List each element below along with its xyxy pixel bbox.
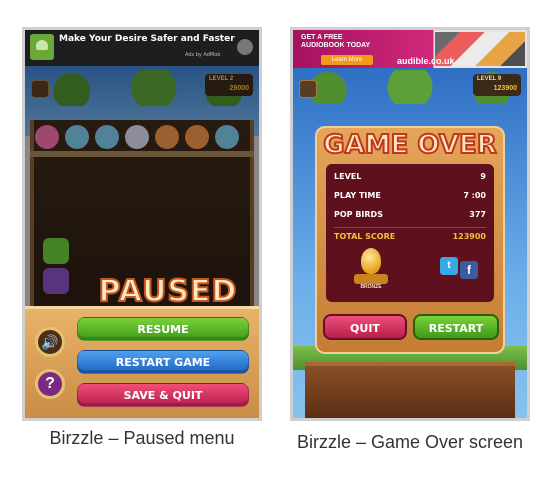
game-screen-paused: Make Your Desire Safer and Faster Ads by… — [25, 30, 259, 418]
android-logo-icon — [30, 34, 54, 60]
save-quit-button[interactable]: SAVE & QUIT — [77, 383, 249, 407]
ad-offer-text: GET A FREE AUDIOBOOK TODAY — [301, 34, 370, 50]
paused-title: PAUSED — [98, 273, 238, 310]
screenshot-game-over: GET A FREE AUDIOBOOK TODAY Learn More au… — [290, 27, 530, 421]
ad-line-2: AUDIOBOOK TODAY — [301, 42, 371, 49]
facebook-icon: f — [467, 263, 471, 277]
sound-toggle-button[interactable]: 🔊 — [35, 327, 65, 357]
twitter-icon: t — [447, 260, 451, 271]
resume-button[interactable]: RESUME — [77, 317, 249, 341]
bronze-trophy: BRONZE — [348, 246, 394, 292]
audible-ad-banner[interactable]: GET A FREE AUDIOBOOK TODAY Learn More au… — [293, 30, 527, 68]
golden-egg-icon — [361, 248, 381, 274]
quit-button[interactable]: QUIT — [323, 314, 407, 340]
restart-button[interactable]: RESTART — [413, 314, 499, 340]
total-score-value: 123900 — [452, 232, 486, 241]
stat-label: PLAY TIME — [334, 191, 381, 200]
screenshot-paused-menu: Make Your Desire Safer and Faster Ads by… — [22, 27, 262, 421]
learn-more-button[interactable]: Learn More — [321, 55, 373, 65]
speaker-icon: 🔊 — [41, 334, 59, 350]
stat-row-play-time: PLAY TIME 7 :00 — [334, 191, 486, 205]
question-icon: ? — [45, 375, 55, 392]
wooden-crate — [305, 362, 515, 418]
divider — [334, 227, 486, 228]
ad-banner[interactable]: Make Your Desire Safer and Faster Ads by… — [25, 30, 259, 66]
caption-game-over: Birzzle – Game Over screen — [296, 432, 524, 452]
caption-paused-menu: Birzzle – Paused menu — [49, 428, 235, 448]
stat-value: 377 — [469, 210, 486, 219]
stat-label: LEVEL — [334, 172, 362, 181]
stat-label: POP BIRDS — [334, 210, 383, 219]
ad-headline: Make Your Desire Safer and Faster — [59, 34, 235, 44]
twitter-share-button[interactable]: t — [440, 257, 458, 275]
microphone-icon — [237, 39, 253, 55]
total-score-label: TOTAL SCORE — [334, 232, 396, 241]
ad-line-1: GET A FREE — [301, 34, 343, 41]
level-label: LEVEL 9 — [477, 76, 502, 82]
restart-game-button[interactable]: RESTART GAME — [77, 350, 249, 374]
stat-value: 9 — [480, 172, 486, 181]
ad-attribution: Ads by AdMob — [185, 52, 221, 58]
game-screen-game-over: GET A FREE AUDIOBOOK TODAY Learn More au… — [293, 30, 527, 418]
stat-row-total-score: TOTAL SCORE 123900 — [334, 232, 486, 246]
ad-domain: audible.co.uk — [397, 56, 455, 66]
help-button[interactable]: ? — [35, 369, 65, 399]
stat-row-pop-birds: POP BIRDS 377 — [334, 210, 486, 224]
level-score-panel: LEVEL 9 123900 — [473, 74, 521, 96]
game-over-title: GAME OVER — [322, 129, 497, 161]
score-value: 123900 — [493, 85, 517, 92]
stat-row-level: LEVEL 9 — [334, 172, 486, 186]
trophy-label: BRONZE — [360, 284, 382, 290]
stat-value: 7 :00 — [463, 191, 486, 200]
pause-button[interactable] — [299, 80, 317, 98]
facebook-share-button[interactable]: f — [460, 261, 478, 279]
